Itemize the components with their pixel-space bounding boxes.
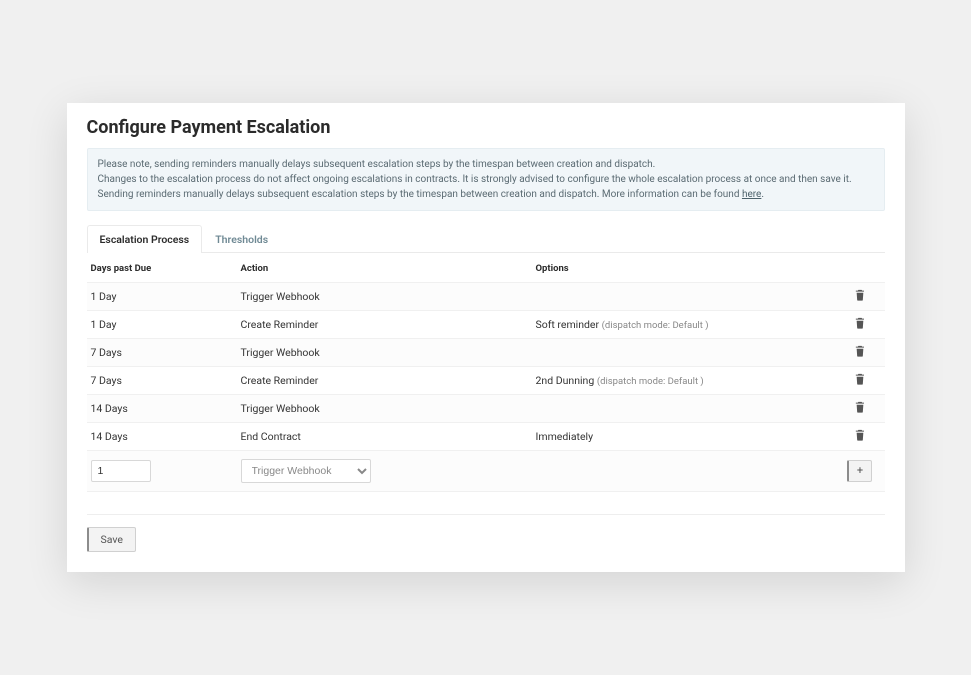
cell-action: Trigger Webhook (237, 339, 532, 367)
cell-options (532, 283, 835, 311)
tab-escalation-process[interactable]: Escalation Process (87, 225, 203, 253)
info-line-2b: . (761, 189, 764, 200)
cell-options: Soft reminder (dispatch mode: Default ) (532, 311, 835, 339)
trash-icon[interactable] (855, 345, 865, 357)
info-line-1: Please note, sending reminders manually … (98, 159, 656, 170)
cell-days: 14 Days (87, 423, 237, 451)
new-step-row: Trigger Webhook + (87, 451, 885, 492)
cell-days: 7 Days (87, 367, 237, 395)
cell-action: Trigger Webhook (237, 395, 532, 423)
page-title: Configure Payment Escalation (87, 117, 885, 138)
escalation-table: Days past Due Action Options 1 Day Trigg… (87, 253, 885, 492)
trash-icon[interactable] (855, 373, 865, 385)
trash-icon[interactable] (855, 289, 865, 301)
days-input[interactable] (91, 460, 151, 482)
table-row: 7 Days Create Reminder 2nd Dunning (disp… (87, 367, 885, 395)
col-header-days: Days past Due (87, 253, 237, 283)
cell-options: 2nd Dunning (dispatch mode: Default ) (532, 367, 835, 395)
tab-bar: Escalation Process Thresholds (87, 225, 885, 253)
info-link[interactable]: here (742, 189, 761, 200)
cell-options: Immediately (532, 423, 835, 451)
cell-days: 14 Days (87, 395, 237, 423)
tab-thresholds[interactable]: Thresholds (202, 225, 281, 253)
info-line-2a: Changes to the escalation process do not… (98, 174, 852, 200)
table-row: 14 Days End Contract Immediately (87, 423, 885, 451)
cell-days: 7 Days (87, 339, 237, 367)
col-header-options: Options (532, 253, 835, 283)
cell-options (532, 395, 835, 423)
cell-action: Trigger Webhook (237, 283, 532, 311)
table-row: 7 Days Trigger Webhook (87, 339, 885, 367)
config-panel: Configure Payment Escalation Please note… (67, 103, 905, 572)
trash-icon[interactable] (855, 317, 865, 329)
cell-action: Create Reminder (237, 367, 532, 395)
footer-bar: Save (87, 514, 885, 552)
trash-icon[interactable] (855, 429, 865, 441)
trash-icon[interactable] (855, 401, 865, 413)
cell-days: 1 Day (87, 311, 237, 339)
table-row: 1 Day Create Reminder Soft reminder (dis… (87, 311, 885, 339)
col-header-action: Action (237, 253, 532, 283)
cell-action: End Contract (237, 423, 532, 451)
info-notice: Please note, sending reminders manually … (87, 148, 885, 211)
save-button[interactable]: Save (87, 527, 136, 552)
cell-options (532, 339, 835, 367)
cell-days: 1 Day (87, 283, 237, 311)
table-row: 14 Days Trigger Webhook (87, 395, 885, 423)
action-select[interactable]: Trigger Webhook (241, 459, 371, 483)
cell-action: Create Reminder (237, 311, 532, 339)
table-header-row: Days past Due Action Options (87, 253, 885, 283)
table-row: 1 Day Trigger Webhook (87, 283, 885, 311)
add-step-button[interactable]: + (847, 460, 872, 481)
